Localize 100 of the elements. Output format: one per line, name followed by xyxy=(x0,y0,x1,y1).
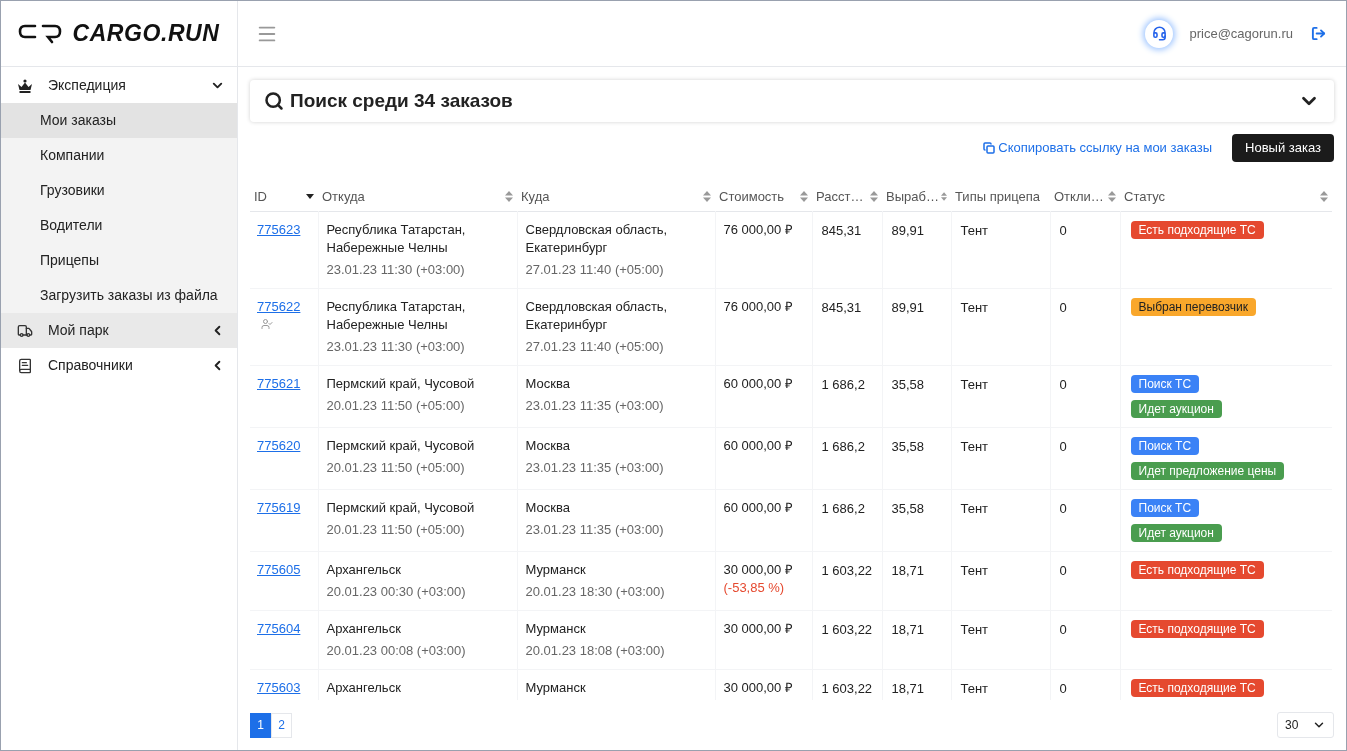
table-cell: 0 xyxy=(1059,680,1067,696)
column-header[interactable]: Статус xyxy=(1124,187,1166,207)
new-order-button[interactable]: Новый заказ xyxy=(1232,134,1334,162)
sidebar-item[interactable]: Грузовики xyxy=(1,173,237,208)
column-header[interactable]: Откуда xyxy=(322,187,365,207)
sidebar-item[interactable]: Загрузить заказы из файла xyxy=(1,278,237,313)
datetime-text: 23.01.23 11:30 (+03:00) xyxy=(326,260,466,279)
support-button[interactable] xyxy=(1145,19,1174,48)
table-cell: 1 686,2 xyxy=(821,438,865,454)
table-cell: Тент xyxy=(960,299,989,315)
order-id-link[interactable]: 775605 xyxy=(257,560,301,579)
sidebar-item[interactable]: Мои заказы xyxy=(1,103,237,138)
logo-text: CARGO.RUN xyxy=(72,19,220,49)
column-header[interactable]: Расст… xyxy=(816,187,864,207)
sidebar-item[interactable]: Водители xyxy=(1,208,237,243)
table-cell: Тент xyxy=(960,562,989,578)
sort-icon[interactable] xyxy=(703,191,711,203)
column-header[interactable]: Типы прицепа xyxy=(955,187,1040,207)
order-id-link[interactable]: 775619 xyxy=(257,498,301,517)
sort-icon[interactable] xyxy=(1320,191,1328,203)
datetime-text: 20.01.23 18:30 (+03:00) xyxy=(525,582,666,601)
table-cell: 0 xyxy=(1059,299,1067,315)
headset-icon xyxy=(1151,26,1167,41)
datetime-text: 23.01.23 11:35 (+03:00) xyxy=(525,458,665,477)
datetime-text: 27.01.23 11:40 (+05:00) xyxy=(525,337,665,356)
status-tag: Выбран перевозчик xyxy=(1130,297,1256,316)
crown-icon xyxy=(17,78,33,93)
book-icon xyxy=(17,357,33,374)
table-cell: 18,71 xyxy=(891,621,925,637)
datetime-text: 23.01.23 11:35 (+03:00) xyxy=(525,520,665,539)
column-header[interactable]: Куда xyxy=(521,187,550,207)
sidebar-item[interactable]: Компании xyxy=(1,138,237,173)
place-text: Пермский край, Чусовой xyxy=(326,436,476,455)
table-cell: Тент xyxy=(960,500,989,516)
sort-icon[interactable] xyxy=(1108,191,1116,203)
copy-link[interactable]: Скопировать ссылку на мои заказы xyxy=(983,138,1213,158)
column-header[interactable]: Откли… xyxy=(1054,187,1104,207)
table-cell: 845,31 xyxy=(821,299,862,315)
table-cell: 0 xyxy=(1059,562,1067,578)
table-cell: 89,91 xyxy=(891,222,925,238)
place-text: Москва xyxy=(525,498,571,517)
table-cell: 1 686,2 xyxy=(821,500,865,516)
sidebar-group[interactable]: Мой парк xyxy=(1,313,237,348)
status-tag: Поиск ТС xyxy=(1130,374,1200,393)
datetime-text: 20.01.23 11:50 (+05:00) xyxy=(326,396,466,415)
sort-icon[interactable] xyxy=(870,191,878,203)
table-cell: Тент xyxy=(960,621,989,637)
order-id-link[interactable]: 775620 xyxy=(257,436,301,455)
table-cell: 0 xyxy=(1059,438,1067,454)
page-size-select[interactable]: 30 xyxy=(1277,712,1334,738)
order-id-link[interactable]: 775603 xyxy=(257,678,301,697)
copy-icon xyxy=(983,142,996,154)
logout-icon[interactable] xyxy=(1311,26,1326,41)
sort-icon[interactable] xyxy=(800,191,808,203)
place-text: Мурманск xyxy=(525,619,587,638)
search-icon xyxy=(264,91,284,111)
datetime-text: 23.01.23 11:35 (+03:00) xyxy=(525,396,665,415)
table-cell: Тент xyxy=(960,438,989,454)
page-button[interactable]: 1 xyxy=(250,712,271,738)
sort-descending-icon[interactable] xyxy=(306,194,314,200)
table-cell: Тент xyxy=(960,376,989,392)
datetime-text: 20.01.23 18:08 (+03:00) xyxy=(525,641,666,660)
status-tag: Есть подходящие ТС xyxy=(1130,220,1264,239)
place-text: Пермский край, Чусовой xyxy=(326,374,476,393)
place-text: Республика Татарстан, Набережные Челны xyxy=(326,220,467,257)
sort-icon[interactable] xyxy=(505,191,513,203)
column-header[interactable]: ID xyxy=(254,187,267,207)
search-title: Поиск среди 34 заказов xyxy=(290,88,514,113)
table-cell: 18,71 xyxy=(891,680,925,696)
status-tag: Идет предложение цены xyxy=(1130,461,1285,480)
sidebar-item[interactable]: Прицепы xyxy=(1,243,237,278)
column-header[interactable]: Выраб… xyxy=(886,187,939,207)
status-tag: Идет аукцион xyxy=(1130,523,1222,542)
order-id-link[interactable]: 775604 xyxy=(257,619,301,638)
status-tag: Поиск ТС xyxy=(1130,436,1200,455)
place-text: Архангельск xyxy=(326,678,402,697)
place-text: Москва xyxy=(525,436,571,455)
place-text: Пермский край, Чусовой xyxy=(326,498,476,517)
sort-icon[interactable] xyxy=(940,191,947,203)
place-text: Мурманск xyxy=(525,678,587,697)
status-tag: Идет аукцион xyxy=(1130,399,1222,418)
table-cell: 35,58 xyxy=(891,438,925,454)
status-tag: Есть подходящие ТС xyxy=(1130,678,1264,697)
order-id-link[interactable]: 775621 xyxy=(257,374,301,393)
table-cell: Тент xyxy=(960,222,989,238)
order-id-link[interactable]: 775623 xyxy=(257,220,301,239)
search-panel[interactable]: Поиск среди 34 заказов xyxy=(250,80,1334,122)
cost-change-text: (-53,85 %) xyxy=(723,578,786,597)
table-cell: 89,91 xyxy=(891,299,925,315)
datetime-text: 23.01.23 11:30 (+03:00) xyxy=(326,337,466,356)
order-id-link[interactable]: 775622 xyxy=(257,297,301,316)
datetime-text: 20.01.23 11:50 (+05:00) xyxy=(326,520,466,539)
place-text: Архангельск xyxy=(326,560,402,579)
table-cell: 845,31 xyxy=(821,222,862,238)
table-cell: 35,58 xyxy=(891,376,925,392)
page-button[interactable]: 2 xyxy=(271,712,292,738)
column-header[interactable]: Стоимость xyxy=(719,187,785,207)
truck-icon xyxy=(17,322,33,339)
status-tag: Есть подходящие ТС xyxy=(1130,619,1264,638)
table-cell: Тент xyxy=(960,680,989,696)
